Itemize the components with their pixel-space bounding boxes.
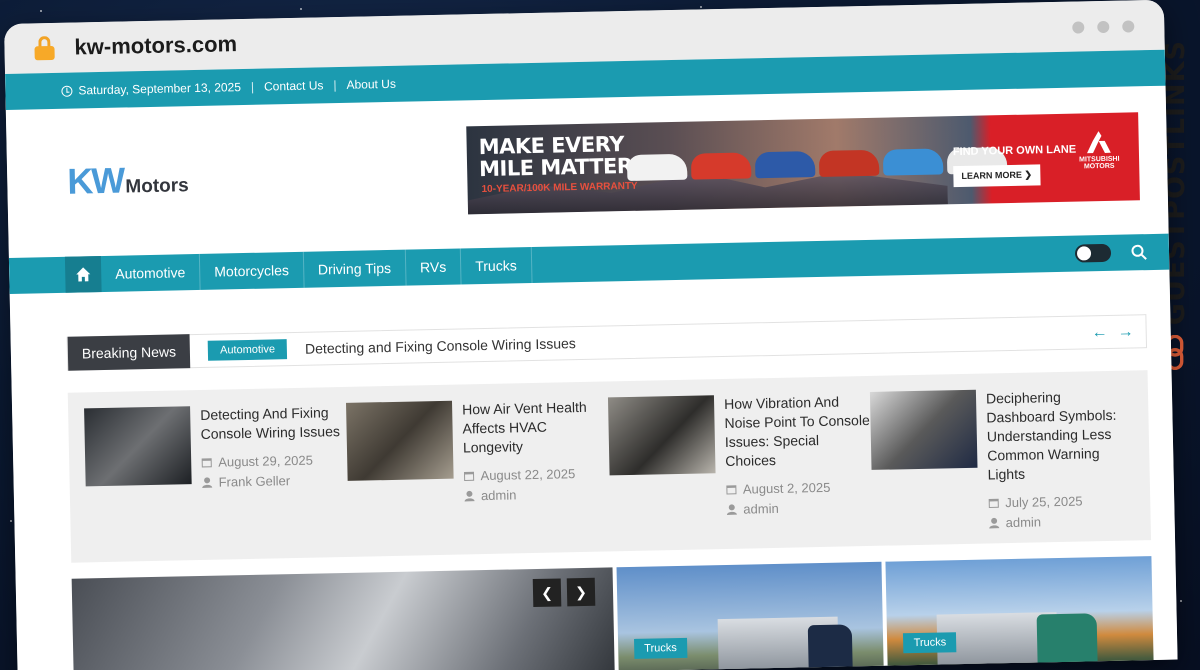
post-author[interactable]: admin bbox=[481, 487, 517, 503]
nav-item-motorcycles[interactable]: Motorcycles bbox=[199, 251, 305, 290]
logo-kw: KW bbox=[66, 159, 124, 202]
nav-item-automotive[interactable]: Automotive bbox=[100, 253, 201, 293]
post-author[interactable]: Frank Geller bbox=[218, 473, 290, 489]
nav-item-driving-tips[interactable]: Driving Tips bbox=[303, 249, 407, 288]
featured-post-card[interactable]: How Air Vent Health Affects HVAC Longevi… bbox=[346, 397, 611, 556]
post-image-trucks[interactable]: Trucks bbox=[616, 561, 885, 670]
window-controls bbox=[1072, 20, 1135, 34]
category-tag[interactable]: Trucks bbox=[634, 637, 688, 659]
post-date: August 29, 2025 bbox=[218, 452, 314, 470]
window-dot-icon[interactable] bbox=[1122, 20, 1135, 33]
post-title[interactable]: How Vibration And Noise Point To Console… bbox=[724, 392, 872, 471]
post-title[interactable]: How Air Vent Health Affects HVAC Longevi… bbox=[462, 397, 609, 457]
ticker-next-arrow-icon[interactable]: → bbox=[1118, 323, 1134, 341]
featured-post-card[interactable]: Detecting And Fixing Console Wiring Issu… bbox=[84, 403, 349, 562]
mitsubishi-logo: MITSUBISHI MOTORS bbox=[1078, 131, 1120, 171]
lower-post-grid: ❮ ❯ Trucks Trucks bbox=[71, 556, 1154, 670]
slider-main-image[interactable]: ❮ ❯ bbox=[71, 567, 616, 670]
ad-banner[interactable]: MAKE EVERY MILE MATTER/ 10-YEAR/100K MIL… bbox=[466, 112, 1140, 215]
about-us-link[interactable]: About Us bbox=[346, 77, 396, 92]
user-icon bbox=[726, 504, 737, 515]
nav-item-rvs[interactable]: RVs bbox=[405, 248, 462, 286]
calendar-icon bbox=[988, 498, 999, 508]
logo-motors: Motors bbox=[125, 175, 189, 198]
calendar-icon bbox=[463, 471, 475, 481]
address-bar-url[interactable]: kw-motors.com bbox=[74, 31, 237, 60]
breaking-news-title[interactable]: Detecting and Fixing Console Wiring Issu… bbox=[305, 335, 576, 357]
post-author[interactable]: admin bbox=[743, 501, 779, 517]
breaking-news-ticker: Breaking News Automotive Detecting and F… bbox=[66, 314, 1148, 371]
category-tag[interactable]: Trucks bbox=[903, 632, 957, 654]
breaking-news-category[interactable]: Automotive bbox=[207, 339, 288, 361]
ticker-controls: ← → bbox=[1092, 323, 1134, 342]
mitsubishi-diamond-icon bbox=[1086, 131, 1110, 153]
post-image-trucks[interactable]: Trucks bbox=[885, 556, 1154, 670]
ad-cars-image bbox=[626, 147, 1008, 181]
site-header: KW Motors MAKE EVERY MILE MATTER/ 10-YEA… bbox=[6, 86, 1169, 258]
lock-icon bbox=[34, 36, 55, 61]
featured-post-card[interactable]: Deciphering Dashboard Symbols: Understan… bbox=[869, 386, 1135, 545]
post-date: August 22, 2025 bbox=[480, 466, 576, 484]
post-thumbnail[interactable] bbox=[346, 400, 454, 481]
search-icon[interactable] bbox=[1131, 244, 1147, 260]
breaking-news-label: Breaking News bbox=[67, 334, 191, 371]
ticker-prev-arrow-icon[interactable]: ← bbox=[1092, 324, 1108, 342]
window-dot-icon[interactable] bbox=[1097, 20, 1110, 34]
ad-tagline: FIND YOUR OWN LANE bbox=[952, 143, 1077, 159]
calendar-icon bbox=[201, 458, 212, 468]
site-logo[interactable]: KW Motors bbox=[67, 158, 189, 203]
post-thumbnail[interactable] bbox=[869, 389, 978, 470]
dark-mode-toggle[interactable] bbox=[1074, 243, 1112, 263]
post-date: August 2, 2025 bbox=[742, 479, 831, 497]
post-thumbnail[interactable] bbox=[607, 395, 716, 476]
user-icon bbox=[989, 517, 1000, 529]
ad-learn-more-button[interactable]: LEARN MORE ❯ bbox=[953, 164, 1041, 188]
featured-post-card[interactable]: How Vibration And Noise Point To Console… bbox=[607, 392, 873, 551]
post-title[interactable]: Deciphering Dashboard Symbols: Understan… bbox=[986, 386, 1134, 484]
featured-posts: Detecting And Fixing Console Wiring Issu… bbox=[67, 370, 1152, 563]
browser-window: kw-motors.com Saturday, September 13, 20… bbox=[4, 0, 1178, 670]
contact-us-link[interactable]: Contact Us bbox=[264, 78, 324, 93]
post-thumbnail[interactable] bbox=[84, 406, 192, 487]
slider-next-chevron-icon[interactable]: ❯ bbox=[566, 577, 596, 607]
post-date: July 25, 2025 bbox=[1005, 493, 1083, 511]
clock-icon bbox=[61, 85, 73, 97]
post-author[interactable]: admin bbox=[1006, 514, 1042, 530]
user-icon bbox=[202, 477, 213, 488]
home-icon bbox=[76, 267, 91, 282]
slider-prev-chevron-icon[interactable]: ❮ bbox=[532, 578, 562, 608]
user-icon bbox=[464, 490, 475, 502]
nav-home-button[interactable] bbox=[64, 256, 102, 293]
current-date: Saturday, September 13, 2025 bbox=[78, 80, 242, 98]
post-title[interactable]: Detecting And Fixing Console Wiring Issu… bbox=[200, 403, 347, 444]
web-page: Saturday, September 13, 2025 | Contact U… bbox=[5, 49, 1178, 670]
nav-item-trucks[interactable]: Trucks bbox=[460, 247, 533, 285]
calendar-icon bbox=[726, 485, 737, 495]
window-dot-icon[interactable] bbox=[1072, 21, 1085, 34]
ad-headline: MAKE EVERY MILE MATTER/ bbox=[478, 132, 640, 182]
